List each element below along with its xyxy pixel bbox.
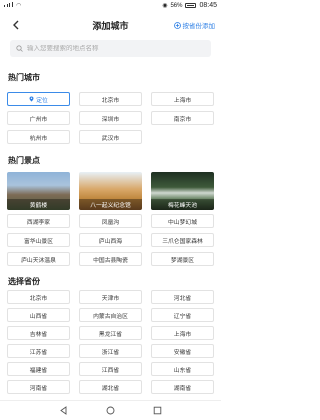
city-chip[interactable]: 武汉市 xyxy=(79,130,142,144)
status-icons-right: ◉ 56% 08:45 xyxy=(162,2,217,9)
spot-photo-caption: 梅花峰天池 xyxy=(151,199,214,210)
city-chip[interactable]: 北京市 xyxy=(79,92,142,106)
home-circle-icon[interactable] xyxy=(106,406,115,415)
spot-chip[interactable]: 梦湖景区 xyxy=(151,252,214,266)
battery-percent: 56% xyxy=(170,2,183,9)
hot-spots-title: 热门景点 xyxy=(8,156,40,165)
spot-photo-card[interactable]: 黄鹤楼 xyxy=(7,172,70,210)
clock: 08:45 xyxy=(199,2,217,9)
city-chip[interactable]: 杭州市 xyxy=(7,130,70,144)
spot-chip[interactable]: 西湖李家 xyxy=(7,214,70,228)
province-chip[interactable]: 山西省 xyxy=(7,308,70,322)
province-chip[interactable]: 河南省 xyxy=(7,380,70,394)
spot-chip[interactable]: 庐山西海 xyxy=(79,233,142,247)
city-chip[interactable]: 深圳市 xyxy=(79,111,142,125)
province-chip[interactable]: 湖南省 xyxy=(151,380,214,394)
province-chip[interactable]: 江西省 xyxy=(79,362,142,376)
provinces-grid: 北京市 天津市 河北省 山西省 内蒙古自治区 辽宁省 吉林省 黑龙江省 上海市 … xyxy=(7,290,214,394)
city-chip-label: 定位 xyxy=(36,97,48,104)
signal-icon xyxy=(4,2,14,9)
status-bar: ◠ ◉ 56% 08:45 xyxy=(0,0,221,14)
province-chip[interactable]: 上海市 xyxy=(151,326,214,340)
spot-chip[interactable]: 三爪仑国家森林 xyxy=(151,233,214,247)
province-chip[interactable]: 江苏省 xyxy=(7,344,70,358)
city-chip[interactable]: 南京市 xyxy=(151,111,214,125)
search-input[interactable] xyxy=(27,45,197,52)
hot-spots-grid: 西湖李家 凤凰沟 中山梦幻城 富华山景区 庐山西海 三爪仑国家森林 庐山天沐温泉… xyxy=(7,214,214,266)
province-chip[interactable]: 安徽省 xyxy=(151,344,214,358)
hot-cities-grid: 定位 北京市 上海市 广州市 深圳市 南京市 杭州市 武汉市 xyxy=(7,92,214,144)
spot-photo-card[interactable]: 梅花峰天池 xyxy=(151,172,214,210)
spot-photo-caption: 黄鹤楼 xyxy=(7,199,70,210)
province-chip[interactable]: 福建省 xyxy=(7,362,70,376)
province-chip[interactable]: 湖北省 xyxy=(79,380,142,394)
province-chip[interactable]: 天津市 xyxy=(79,290,142,304)
province-chip[interactable]: 内蒙古自治区 xyxy=(79,308,142,322)
spot-photo-caption: 八一起义纪念馆 xyxy=(79,199,142,210)
spot-chip[interactable]: 中国古县陶瓷 xyxy=(79,252,142,266)
spot-chip[interactable]: 庐山天沐温泉 xyxy=(7,252,70,266)
system-nav-bar xyxy=(0,400,221,420)
province-chip[interactable]: 辽宁省 xyxy=(151,308,214,322)
city-chip-location[interactable]: 定位 xyxy=(7,92,70,106)
province-chip[interactable]: 河北省 xyxy=(151,290,214,304)
location-pin-icon xyxy=(29,96,34,102)
city-chip[interactable]: 广州市 xyxy=(7,111,70,125)
spot-chip[interactable]: 中山梦幻城 xyxy=(151,214,214,228)
eye-icon: ◉ xyxy=(162,3,168,9)
spot-chip[interactable]: 富华山景区 xyxy=(7,233,70,247)
province-chip[interactable]: 北京市 xyxy=(7,290,70,304)
province-chip[interactable]: 吉林省 xyxy=(7,326,70,340)
wifi-icon: ◠ xyxy=(16,3,22,9)
spot-photo-card[interactable]: 八一起义纪念馆 xyxy=(79,172,142,210)
hot-cities-title: 热门城市 xyxy=(8,73,40,82)
province-chip[interactable]: 山东省 xyxy=(151,362,214,376)
province-chip[interactable]: 浙江省 xyxy=(79,344,142,358)
plus-circle-icon xyxy=(173,21,181,29)
recents-square-icon[interactable] xyxy=(153,406,162,415)
provinces-title: 选择省份 xyxy=(8,277,40,286)
add-by-province-label: 按省份添加 xyxy=(182,23,216,30)
header: 添加城市 按省份添加 xyxy=(0,14,221,36)
city-chip[interactable]: 上海市 xyxy=(151,92,214,106)
search-icon xyxy=(16,45,23,52)
spot-chip[interactable]: 凤凰沟 xyxy=(79,214,142,228)
back-triangle-icon[interactable] xyxy=(59,406,68,415)
status-icons-left: ◠ xyxy=(4,2,21,9)
search-bar[interactable] xyxy=(10,40,211,57)
hot-spots-photos: 黄鹤楼 八一起义纪念馆 梅花峰天池 xyxy=(7,172,214,210)
province-chip[interactable]: 黑龙江省 xyxy=(79,326,142,340)
add-by-province-button[interactable]: 按省份添加 xyxy=(173,20,216,30)
battery-icon xyxy=(185,3,197,8)
